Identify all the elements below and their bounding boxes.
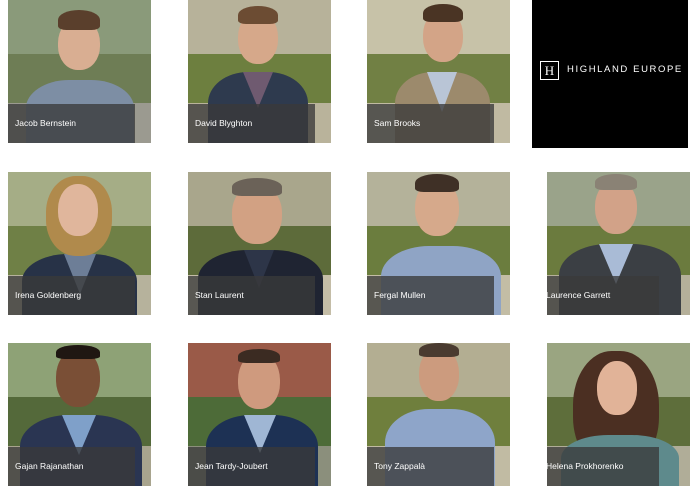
member-name: Fergal Mullen	[367, 276, 494, 315]
team-member-card[interactable]: David Blyghton	[188, 0, 331, 143]
team-member-card[interactable]: Gajan Rajanathan	[8, 343, 151, 486]
member-name: Jacob Bernstein	[8, 104, 135, 143]
logo-wordmark: HIGHLAND EUROPE	[567, 64, 683, 75]
highland-europe-logo: H HIGHLAND EUROPE	[532, 0, 688, 148]
member-name: Helena Prokhorenko	[547, 447, 659, 486]
team-grid-page: Jacob Bernstein David Blyghton Sam Brook…	[0, 0, 696, 494]
team-member-card[interactable]: Sam Brooks	[367, 0, 510, 143]
member-name: Jean Tardy-Joubert	[188, 447, 315, 486]
team-member-card[interactable]: Irena Goldenberg	[8, 172, 151, 315]
member-name: Tony Zappalà	[367, 447, 494, 486]
team-member-card[interactable]: Helena Prokhorenko	[547, 343, 690, 486]
team-member-card[interactable]: Fergal Mullen	[367, 172, 510, 315]
member-name: Sam Brooks	[367, 104, 494, 143]
logo-mark-icon: H	[540, 61, 559, 80]
member-name: David Blyghton	[188, 104, 315, 143]
team-member-card[interactable]: Laurence Garrett	[547, 172, 690, 315]
member-name: Stan Laurent	[188, 276, 315, 315]
team-member-card[interactable]: Jacob Bernstein	[8, 0, 151, 143]
member-name: Irena Goldenberg	[8, 276, 135, 315]
team-member-card[interactable]: Jean Tardy-Joubert	[188, 343, 331, 486]
team-member-card[interactable]: Tony Zappalà	[367, 343, 510, 486]
member-name: Gajan Rajanathan	[8, 447, 135, 486]
member-name: Laurence Garrett	[547, 276, 659, 315]
team-member-card[interactable]: Stan Laurent	[188, 172, 331, 315]
